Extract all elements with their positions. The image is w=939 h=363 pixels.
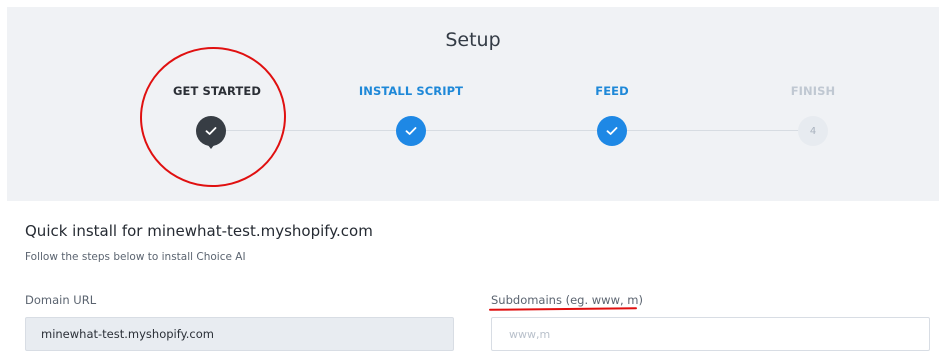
annotation-underline [488,307,638,311]
install-panel: Quick install for minewhat-test.myshopif… [0,201,939,363]
check-icon [405,127,417,135]
step-node-install-script[interactable] [396,116,426,146]
step-node-finish: 4 [798,116,828,146]
step-label-install-script[interactable]: INSTALL SCRIPT [321,84,501,98]
install-title: Quick install for minewhat-test.myshopif… [25,222,373,240]
check-icon [606,127,618,135]
progress-connector-line [225,130,808,131]
step-node-feed[interactable] [597,116,627,146]
step-label-finish: FINISH [790,84,836,98]
step-label-feed[interactable]: FEED [522,84,702,98]
page-title: Setup [445,29,501,51]
subdomains-label: Subdomains (eg. www, m) [491,293,643,307]
install-subtitle: Follow the steps below to install Choice… [25,251,246,263]
domain-url-field: minewhat-test.myshopify.com [25,317,454,351]
subdomains-input[interactable] [491,317,930,351]
domain-url-label: Domain URL [25,293,97,307]
